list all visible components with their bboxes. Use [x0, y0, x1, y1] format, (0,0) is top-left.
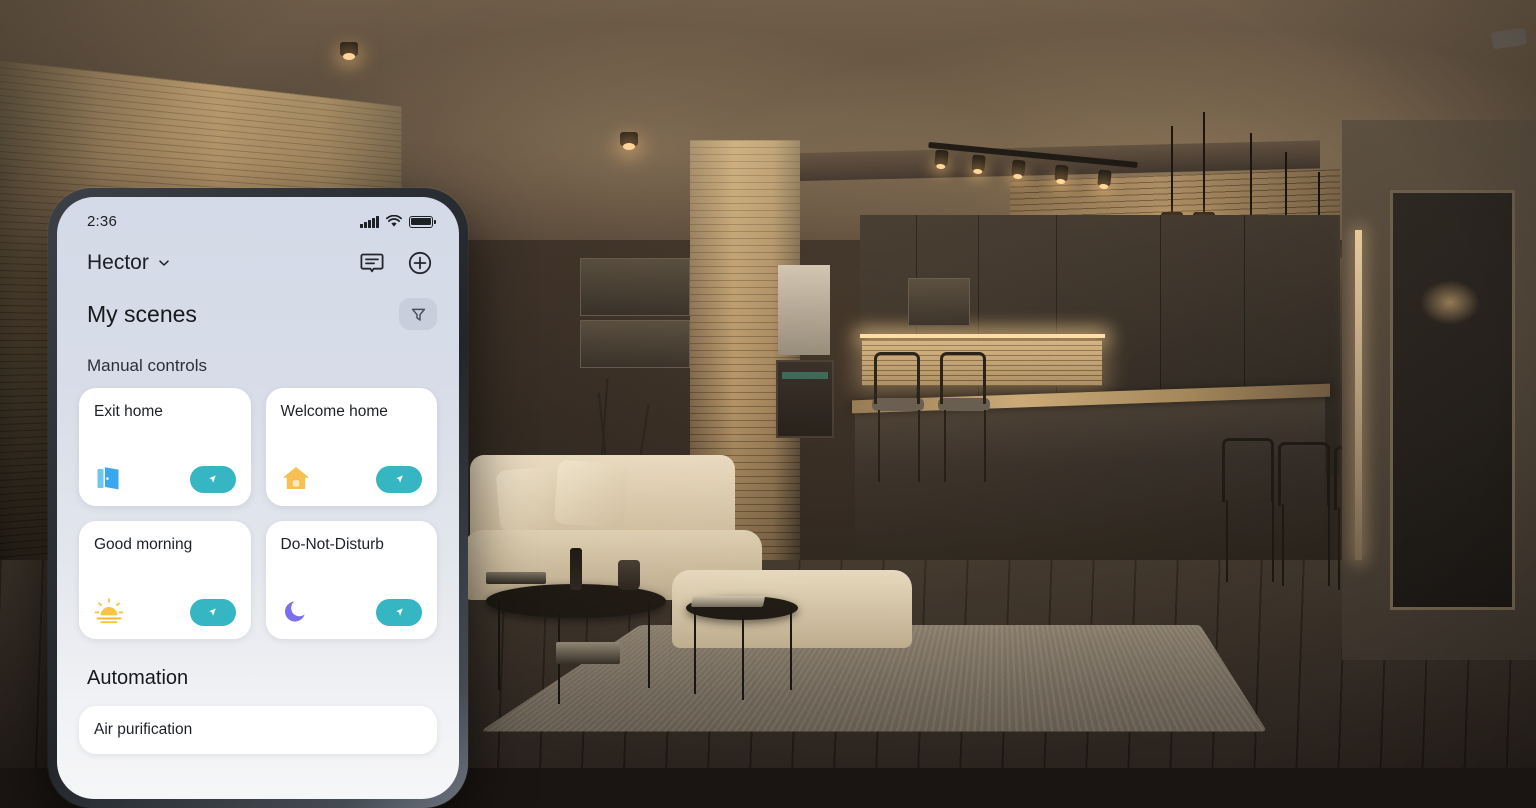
scene-card-title: Do-Not-Disturb — [281, 536, 423, 555]
run-scene-button[interactable] — [376, 466, 422, 493]
automation-card-title: Air purification — [94, 721, 422, 739]
bar-stool-back — [940, 352, 986, 404]
message-bubble-icon[interactable] — [359, 250, 385, 276]
throw-cushion — [554, 460, 628, 529]
table-leg — [790, 606, 792, 690]
track-spotlight — [1097, 169, 1111, 186]
table-leg — [742, 614, 744, 700]
chevron-down-icon — [157, 256, 171, 270]
bar-stool-back — [1222, 438, 1274, 502]
wine-bottle — [570, 548, 582, 590]
track-spotlight — [1011, 159, 1025, 176]
phone-device: 2:36 Hector — [48, 188, 468, 808]
header-actions — [359, 250, 433, 276]
crescent-moon-icon — [281, 596, 311, 626]
book-stack-under-table — [556, 642, 620, 664]
wifi-icon — [386, 215, 402, 228]
table-leg — [648, 600, 650, 688]
cellular-signal-icon — [360, 216, 379, 228]
bar-stool-back — [874, 352, 920, 404]
table-leg — [694, 608, 696, 694]
house-icon — [281, 463, 311, 493]
scene-card-title: Exit home — [94, 403, 236, 422]
table-leg — [498, 600, 500, 690]
magazine — [691, 596, 765, 607]
pendant-cord — [1171, 126, 1173, 214]
wall-shelf — [580, 320, 690, 368]
cursor-arrow-icon — [393, 606, 406, 619]
scene-card-title: Welcome home — [281, 403, 423, 422]
run-scene-button[interactable] — [376, 599, 422, 626]
vase — [618, 560, 640, 590]
pendant-cord — [1203, 112, 1205, 214]
page-title: My scenes — [87, 301, 197, 328]
scene-card-footer — [281, 596, 423, 626]
track-spotlight — [934, 149, 948, 166]
bar-stool-leg — [944, 410, 946, 482]
bar-stool-leg — [984, 410, 986, 482]
home-name-label: Hector — [87, 251, 149, 275]
open-door-icon — [94, 463, 124, 493]
refrigerator — [778, 265, 830, 355]
scene-card-do-not-disturb[interactable]: Do-Not-Disturb — [266, 521, 438, 639]
status-clock: 2:36 — [87, 213, 117, 230]
scene-card-title: Good morning — [94, 536, 236, 555]
run-scene-button[interactable] — [190, 599, 236, 626]
scene-card-footer — [94, 463, 236, 493]
sunrise-icon — [94, 596, 124, 626]
bar-stool-leg — [1272, 500, 1274, 582]
book-stack — [486, 572, 546, 584]
scene-card-exit-home[interactable]: Exit home — [79, 388, 251, 506]
home-selector[interactable]: Hector — [87, 251, 171, 275]
bar-stool-back — [1278, 442, 1330, 506]
app-header: Hector — [57, 230, 459, 276]
bar-stool-leg — [1226, 500, 1228, 582]
bar-stool-leg — [878, 410, 880, 482]
exterior-light — [1420, 280, 1480, 325]
ceiling-lamp — [340, 42, 358, 56]
bar-stool-leg — [1338, 508, 1340, 590]
status-icon-group — [360, 215, 433, 228]
filter-button[interactable] — [399, 298, 437, 330]
track-spotlight — [1054, 164, 1068, 181]
cursor-arrow-icon — [206, 473, 219, 486]
run-scene-button[interactable] — [190, 466, 236, 493]
battery-full-icon — [409, 216, 433, 228]
ceiling-lamp — [620, 132, 638, 146]
pendant-cord — [1250, 133, 1252, 223]
phone-screen: 2:36 Hector — [57, 197, 459, 799]
wall-shelf — [580, 258, 690, 316]
page-title-row: My scenes — [57, 276, 459, 330]
under-cabinet-light — [860, 334, 1105, 338]
wall-shelf — [908, 278, 970, 326]
cursor-arrow-icon — [206, 606, 219, 619]
cursor-arrow-icon — [393, 473, 406, 486]
scene-card-footer — [281, 463, 423, 493]
bar-stool-leg — [918, 410, 920, 482]
track-spotlight — [971, 154, 985, 171]
oven-display — [782, 372, 828, 379]
section-label-manual: Manual controls — [57, 330, 459, 376]
bar-stool-leg — [1282, 504, 1284, 586]
scene-card-welcome-home[interactable]: Welcome home — [266, 388, 438, 506]
plus-circle-icon[interactable] — [407, 250, 433, 276]
status-bar: 2:36 — [57, 197, 459, 230]
filter-funnel-icon — [410, 306, 427, 323]
scene-card-grid: Exit home Welcome home — [57, 376, 459, 639]
glass-door — [1390, 190, 1515, 610]
section-label-automation: Automation — [57, 639, 459, 690]
automation-card-air-purification[interactable]: Air purification — [79, 706, 437, 754]
scene-card-footer — [94, 596, 236, 626]
bar-stool-leg — [1328, 504, 1330, 586]
scene-card-good-morning[interactable]: Good morning — [79, 521, 251, 639]
door-light-gap — [1355, 230, 1362, 560]
